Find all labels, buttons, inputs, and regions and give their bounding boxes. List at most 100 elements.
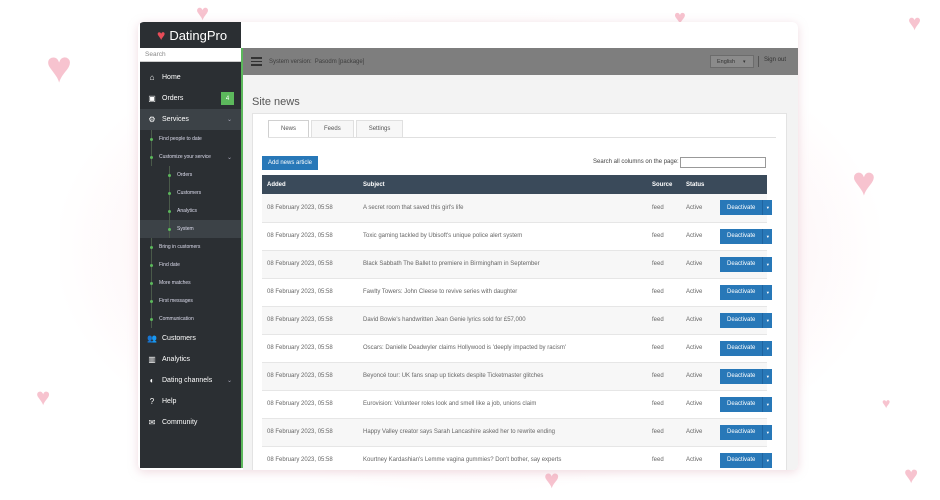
sidebar-item-label: Services [162,116,189,123]
sidebar-item-label: Help [162,398,177,405]
sidebar-subitem-more-matches[interactable]: More matches [140,274,241,292]
sidebar-item-label: Community [162,419,198,426]
deactivate-button[interactable]: Deactivate ▼ [720,256,773,272]
tab-news[interactable]: News [268,120,310,137]
news-table: Added Subject Source Status 08 February … [262,175,773,470]
cell-action: Deactivate ▼ [715,390,773,419]
sidebar-subitem-find-people[interactable]: Find people to date [140,130,241,148]
cell-status: Active [681,390,715,419]
table-row: 08 February 2023, 05:58 Happy Valley crea… [262,418,773,447]
sidebar-subitem-bring-customers[interactable]: Bring in customers [140,238,241,256]
deactivate-button[interactable]: Deactivate ▼ [720,452,773,468]
table-row: 08 February 2023, 05:58 David Bowie's han… [262,306,773,335]
sidebar-subsubitem-analytics[interactable]: Analytics [140,202,241,220]
brand-name: DatingPro [169,27,228,43]
add-news-article-button[interactable]: Add news article [262,156,319,170]
sidebar-subitem-communication[interactable]: Communication [140,310,241,328]
sidebar-item-analytics[interactable]: ▥ Analytics [140,349,241,370]
cell-source: feed [647,418,681,447]
orders-icon: ▣ [148,94,156,103]
deactivate-button[interactable]: Deactivate ▼ [720,368,773,384]
cell-source: feed [647,194,681,223]
sidebar-search-input[interactable]: Search [140,48,241,62]
cell-status: Active [681,250,715,279]
deactivate-button[interactable]: Deactivate ▼ [720,424,773,440]
table-row: 08 February 2023, 05:58 Toxic gaming tack… [262,222,773,251]
dropdown-caret-icon[interactable]: ▼ [762,312,772,328]
sidebar-subsubitem-customers[interactable]: Customers [140,184,241,202]
dropdown-caret-icon[interactable]: ▼ [762,340,772,356]
dropdown-caret-icon[interactable]: ▼ [762,256,772,272]
app-window: ♥ DatingPro Search ⌂ Home ▣ Orders 4 ⚙ S… [138,22,798,470]
sidebar-item-orders[interactable]: ▣ Orders 4 [140,88,241,109]
sidebar-item-label: Home [162,74,181,81]
language-select[interactable]: English ▾ [710,55,754,68]
tab-feeds[interactable]: Feeds [311,120,354,137]
cell-status: Active [681,418,715,447]
cell-status: Active [681,362,715,391]
heart-decoration-icon: ♥ [46,43,73,92]
deactivate-button[interactable]: Deactivate ▼ [720,340,773,356]
column-header-subject[interactable]: Subject [358,175,647,194]
dropdown-caret-icon[interactable]: ▼ [762,228,772,244]
deactivate-button[interactable]: Deactivate ▼ [720,284,773,300]
cell-action: Deactivate ▼ [715,362,773,391]
chart-icon: ▥ [148,355,156,364]
column-header-actions [715,175,767,194]
sidebar-subitem-find-date[interactable]: Find date [140,256,241,274]
sidebar-subsubitem-orders[interactable]: Orders [140,166,241,184]
heart-decoration-icon: ♥ [908,10,922,35]
sidebar-item-label: Analytics [162,356,191,363]
logo[interactable]: ♥ DatingPro [140,22,241,48]
hamburger-menu-icon[interactable] [251,55,262,68]
tab-settings[interactable]: Settings [355,120,404,137]
sign-out-link[interactable]: Sign out [764,57,786,63]
cell-added: 08 February 2023, 05:58 [262,418,358,447]
search-input[interactable] [680,157,766,168]
cell-subject: Kourtney Kardashian's Lemme vagina gummi… [358,446,647,470]
deactivate-button[interactable]: Deactivate ▼ [720,200,773,216]
dropdown-caret-icon[interactable]: ▼ [762,284,772,300]
sidebar-subsubitem-system[interactable]: System [140,220,241,238]
sidebar-item-help[interactable]: ? Help [140,391,241,412]
heart-decoration-icon: ♥ [882,395,891,411]
sidebar-subitem-customize[interactable]: Customize your service ⌄ [140,148,241,166]
sidebar-item-services[interactable]: ⚙ Services ⌄ [140,109,241,130]
search-label: Search all columns on the page: [593,159,679,165]
table-row: 08 February 2023, 05:58 A secret room tha… [262,194,773,223]
cell-source: feed [647,334,681,363]
column-header-status[interactable]: Status [681,175,715,194]
cell-added: 08 February 2023, 05:58 [262,390,358,419]
news-table-body: 08 February 2023, 05:58 A secret room tha… [262,194,773,470]
cell-subject: Fawlty Towers: John Cleese to revive ser… [358,278,647,307]
column-header-added[interactable]: Added [262,175,358,194]
sidebar-subitem-first-messages[interactable]: First messages [140,292,241,310]
dropdown-caret-icon[interactable]: ▼ [762,396,772,412]
cell-subject: David Bowie's handwritten Jean Genie lyr… [358,306,647,335]
heart-logo-icon: ♥ [157,27,166,43]
dropdown-caret-icon[interactable]: ▼ [762,200,772,216]
dropdown-caret-icon[interactable]: ▼ [762,368,772,384]
sidebar-item-community[interactable]: ✉ Community [140,412,241,433]
deactivate-button[interactable]: Deactivate ▼ [720,228,773,244]
cell-status: Active [681,222,715,251]
sidebar-item-dating-channels[interactable]: ◐ Dating channels ⌄ [140,370,241,391]
system-version-label: System version: [269,58,312,65]
news-panel: News Feeds Settings Add news article Sea… [252,113,787,470]
main-content: Site news News Feeds Settings Add news a… [243,75,798,470]
deactivate-label: Deactivate [727,233,756,239]
deactivate-button[interactable]: Deactivate ▼ [720,312,773,328]
divider [758,56,759,67]
cell-status: Active [681,278,715,307]
table-row: 08 February 2023, 05:58 Kourtney Kardashi… [262,446,773,470]
column-header-source[interactable]: Source [647,175,681,194]
deactivate-label: Deactivate [727,457,756,463]
deactivate-button[interactable]: Deactivate ▼ [720,396,773,412]
deactivate-label: Deactivate [727,401,756,407]
sidebar-item-home[interactable]: ⌂ Home [140,67,241,88]
cell-subject: Oscars: Danielle Deadwyler claims Hollyw… [358,334,647,363]
page-title: Site news [252,96,300,108]
sidebar-item-customers[interactable]: 👥 Customers [140,328,241,349]
dropdown-caret-icon[interactable]: ▼ [762,452,772,468]
dropdown-caret-icon[interactable]: ▼ [762,424,772,440]
